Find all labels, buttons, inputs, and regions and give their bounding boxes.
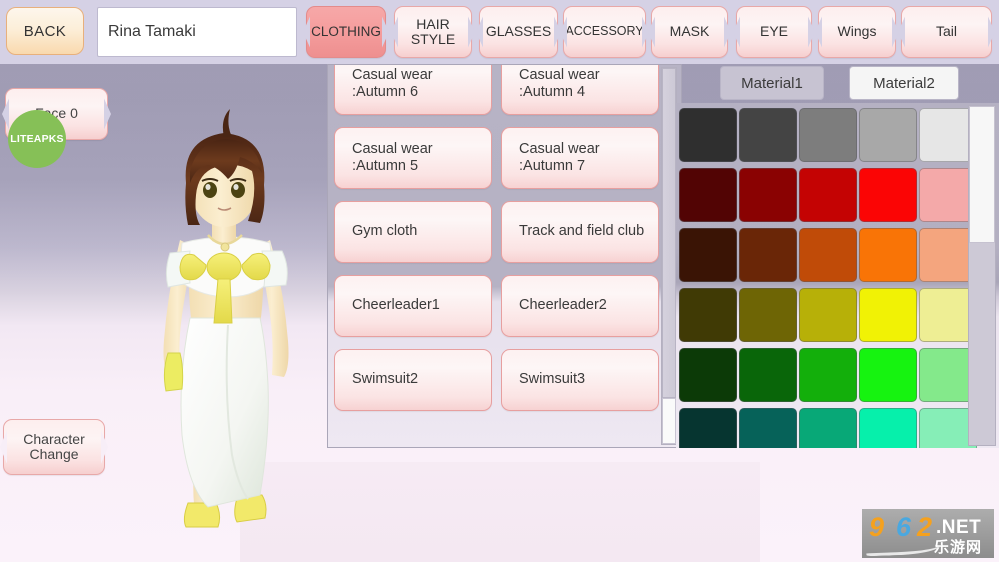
color-swatch[interactable]	[799, 348, 857, 402]
top-toolbar: BACK Rina Tamaki CLOTHING HAIR STYLE GLA…	[0, 0, 999, 64]
color-swatch[interactable]	[859, 348, 917, 402]
tab-clothing[interactable]: CLOTHING	[306, 6, 386, 58]
clothing-item-label: Gym cloth	[352, 223, 417, 240]
color-swatch[interactable]	[739, 228, 797, 282]
color-swatch[interactable]	[799, 108, 857, 162]
clothing-item-line1: Swimsuit3	[519, 371, 585, 388]
tab-eye[interactable]: EYE	[736, 6, 812, 58]
logo-digit-9: 9	[869, 512, 883, 543]
clothing-item-button[interactable]: Cheerleader2	[501, 275, 659, 337]
character-name-input[interactable]: Rina Tamaki	[97, 7, 297, 57]
tab-material2[interactable]: Material2	[849, 66, 959, 100]
site-watermark-logo: 9 6 2 .NET 乐游网	[862, 509, 994, 558]
clothing-item-line2: :Autumn 6	[352, 84, 433, 101]
color-swatch[interactable]	[679, 168, 737, 222]
clothing-item-label: Casual wear:Autumn 5	[352, 141, 433, 176]
clothing-item-line1: Casual wear	[519, 67, 600, 84]
clothing-item-label: Swimsuit3	[519, 371, 585, 388]
color-swatch[interactable]	[739, 108, 797, 162]
tab-accessory[interactable]: ACCESSORY	[563, 6, 646, 58]
clothing-item-button[interactable]: Gym cloth	[334, 201, 492, 263]
color-palette-scrollbar[interactable]	[968, 105, 996, 446]
clothing-list-scroller: Casual wear:Autumn 6Casual wear:Autumn 4…	[328, 64, 666, 423]
color-swatch[interactable]	[679, 348, 737, 402]
clothing-item-button[interactable]: Casual wear:Autumn 6	[334, 64, 492, 115]
color-swatch[interactable]	[799, 168, 857, 222]
tab-wings[interactable]: Wings	[818, 6, 896, 58]
tab-material1[interactable]: Material1	[720, 66, 824, 100]
clothing-item-line1: Casual wear	[352, 141, 433, 158]
clothing-item-label: Swimsuit2	[352, 371, 418, 388]
clothing-item-line2: :Autumn 4	[519, 84, 600, 101]
clothing-list-panel[interactable]: Casual wear:Autumn 6Casual wear:Autumn 4…	[327, 64, 682, 448]
clothing-item-line1: Cheerleader2	[519, 297, 607, 314]
clothing-item-line1: Swimsuit2	[352, 371, 418, 388]
color-swatch[interactable]	[859, 408, 917, 448]
character-change-button[interactable]: Character Change	[3, 419, 105, 475]
color-swatch[interactable]	[739, 408, 797, 448]
color-swatch[interactable]	[799, 288, 857, 342]
clothing-item-line1: Gym cloth	[352, 223, 417, 240]
color-swatch[interactable]	[859, 288, 917, 342]
clothing-item-button[interactable]: Casual wear:Autumn 4	[501, 64, 659, 115]
color-swatch[interactable]	[799, 228, 857, 282]
clothing-item-line1: Casual wear	[519, 141, 600, 158]
color-swatch[interactable]	[799, 408, 857, 448]
character-change-line2: Change	[29, 447, 78, 462]
clothing-item-button[interactable]: Swimsuit2	[334, 349, 492, 411]
clothing-item-label: Casual wear:Autumn 7	[519, 141, 600, 176]
clothing-scrollbar-thumb[interactable]	[662, 398, 676, 444]
clothing-row: Casual wear:Autumn 6Casual wear:Autumn 4	[328, 64, 666, 127]
clothing-item-line2: :Autumn 5	[352, 158, 433, 175]
color-palette-panel[interactable]	[676, 103, 999, 448]
tab-tail[interactable]: Tail	[901, 6, 992, 58]
liteapks-watermark: LITEAPKS	[8, 110, 66, 168]
color-swatch[interactable]	[859, 228, 917, 282]
clothing-item-label: Track and field club	[519, 223, 644, 240]
clothing-item-label: Cheerleader1	[352, 297, 440, 314]
clothing-scrollbar-track	[662, 68, 676, 398]
clothing-item-button[interactable]: Track and field club	[501, 201, 659, 263]
clothing-item-line1: Track and field club	[519, 223, 644, 240]
clothing-item-line2: :Autumn 7	[519, 158, 600, 175]
color-swatch[interactable]	[679, 228, 737, 282]
color-swatch[interactable]	[679, 108, 737, 162]
logo-swoosh-icon	[866, 538, 943, 557]
character-avatar	[120, 75, 340, 535]
clothing-item-label: Cheerleader2	[519, 297, 607, 314]
color-swatch[interactable]	[859, 168, 917, 222]
clothing-item-label: Casual wear:Autumn 6	[352, 67, 433, 102]
color-swatch[interactable]	[679, 408, 737, 448]
clothing-item-button[interactable]: Casual wear:Autumn 7	[501, 127, 659, 189]
clothing-item-button[interactable]: Cheerleader1	[334, 275, 492, 337]
color-swatch[interactable]	[739, 168, 797, 222]
tab-hair-style[interactable]: HAIR STYLE	[394, 6, 472, 58]
color-swatch[interactable]	[739, 288, 797, 342]
color-scrollbar-thumb[interactable]	[969, 106, 995, 243]
color-swatch-grid	[679, 108, 977, 448]
clothing-row: Gym cloth Track and field club	[328, 201, 666, 275]
clothing-row: Cheerleader1 Cheerleader2	[328, 275, 666, 349]
color-swatch[interactable]	[739, 348, 797, 402]
clothing-row: Swimsuit2 Swimsuit3	[328, 349, 666, 423]
character-change-line1: Character	[23, 432, 84, 447]
color-swatch[interactable]	[859, 108, 917, 162]
tab-glasses[interactable]: GLASSES	[479, 6, 558, 58]
color-swatch[interactable]	[679, 288, 737, 342]
clothing-list-scrollbar[interactable]	[661, 67, 677, 445]
clothing-item-line1: Cheerleader1	[352, 297, 440, 314]
back-button[interactable]: BACK	[6, 7, 84, 55]
clothing-item-button[interactable]: Swimsuit3	[501, 349, 659, 411]
clothing-item-line1: Casual wear	[352, 67, 433, 84]
clothing-row: Casual wear:Autumn 5Casual wear:Autumn 7	[328, 127, 666, 201]
clothing-item-button[interactable]: Casual wear:Autumn 5	[334, 127, 492, 189]
tab-mask[interactable]: MASK	[651, 6, 728, 58]
clothing-item-label: Casual wear:Autumn 4	[519, 67, 600, 102]
